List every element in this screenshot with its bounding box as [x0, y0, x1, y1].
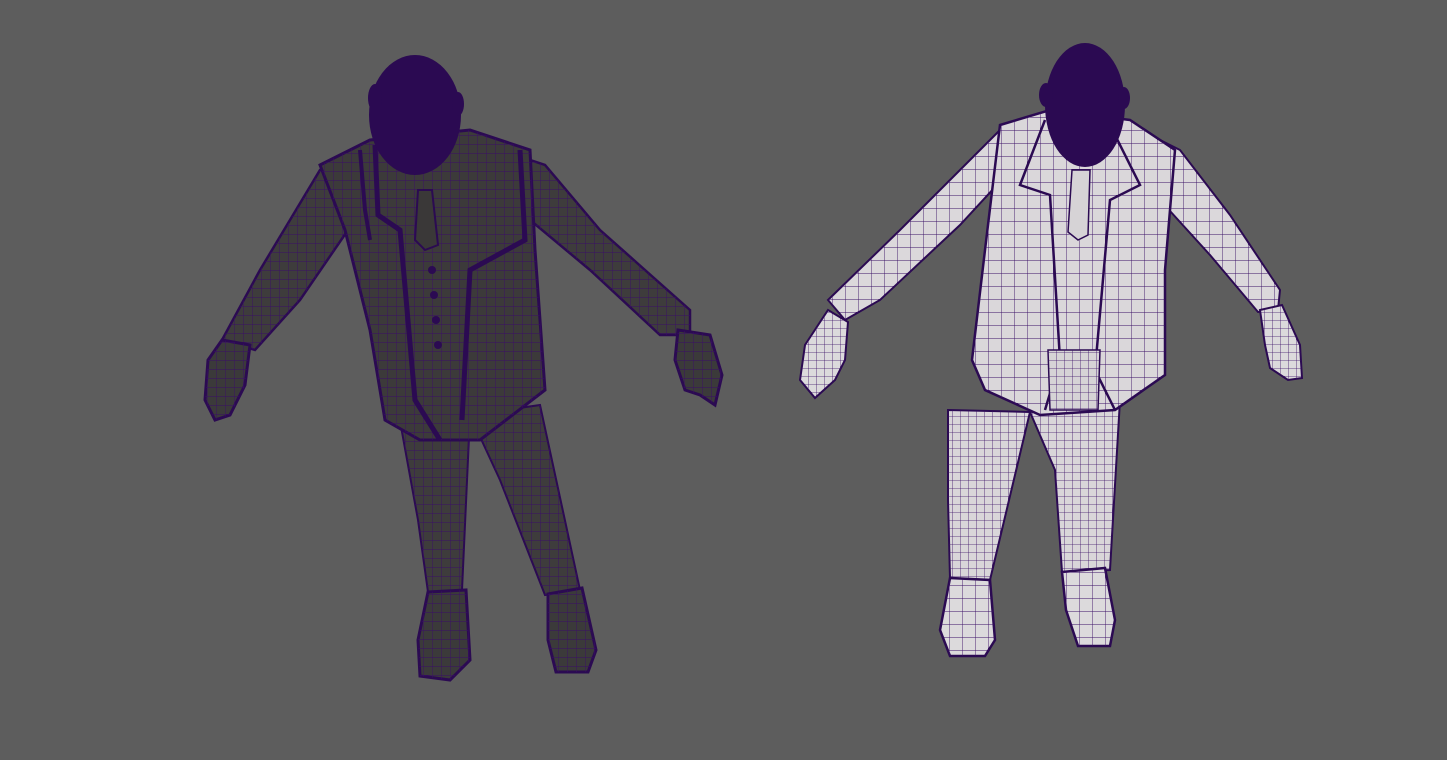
- character-model-dense[interactable]: [203, 55, 724, 682]
- low-trousers: [947, 398, 1122, 582]
- dense-jacket: [318, 128, 547, 442]
- character-model-low[interactable]: [798, 43, 1304, 658]
- viewport-scene[interactable]: [0, 0, 1447, 760]
- dense-shoes: [416, 586, 598, 682]
- 3d-viewport[interactable]: [0, 0, 1447, 760]
- low-shoes: [938, 566, 1117, 658]
